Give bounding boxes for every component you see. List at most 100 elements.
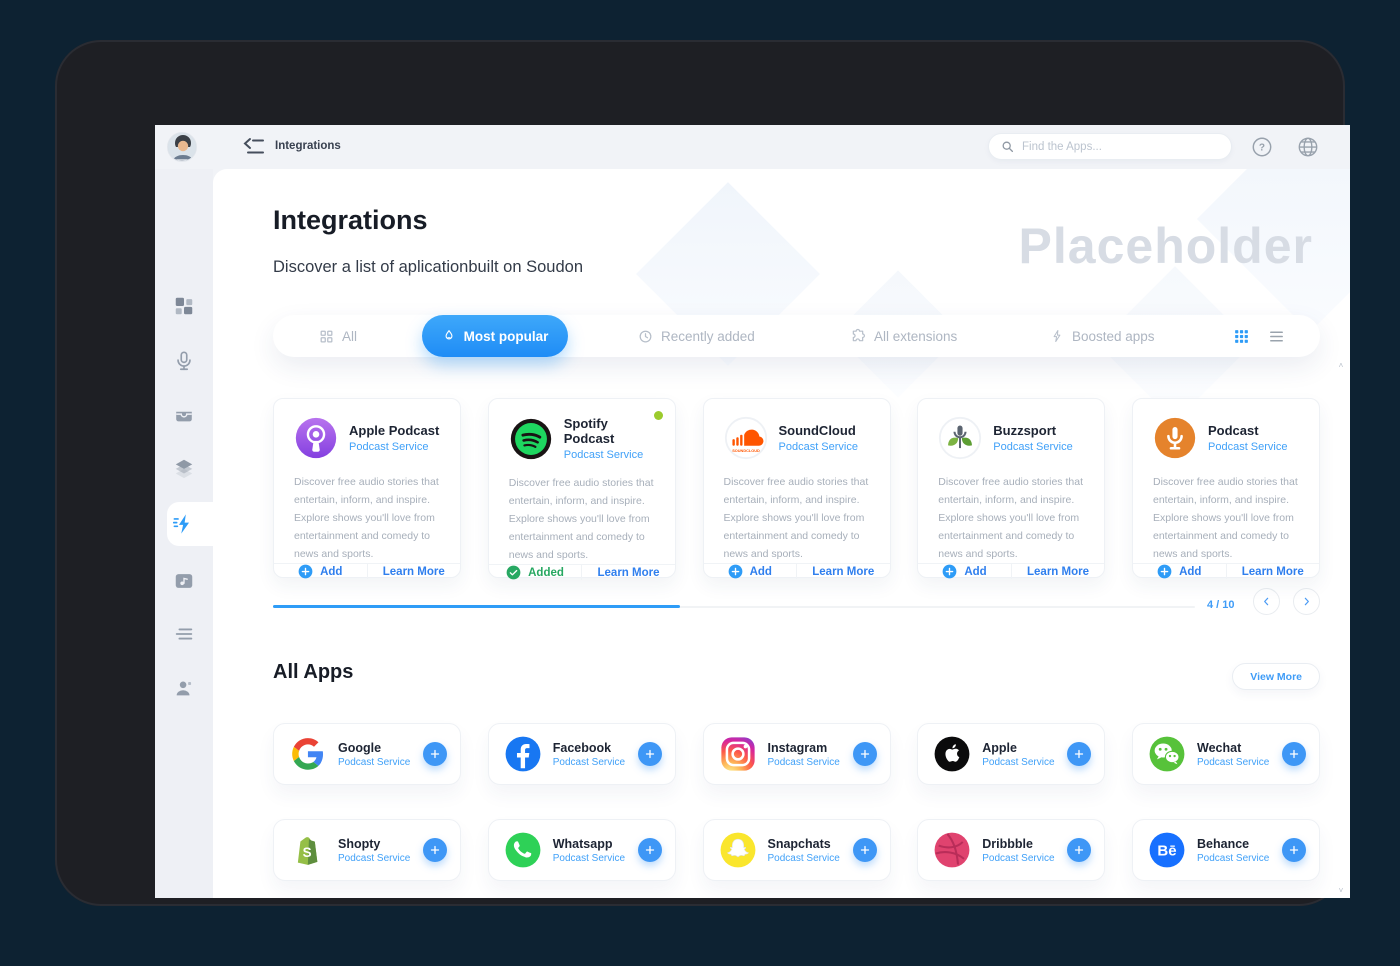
tile-service[interactable]: Podcast Service: [1197, 757, 1269, 768]
card-buzzsport: Buzzsport Podcast Service Discover free …: [917, 398, 1106, 580]
tab-recently-added[interactable]: Recently added: [638, 315, 755, 357]
top-bar: Integrations ?: [155, 125, 1350, 169]
add-app-button[interactable]: [1282, 742, 1306, 766]
filter-bar: All Most popular Recently added All exte…: [273, 315, 1320, 357]
tile-behance[interactable]: Bē Behance Podcast Service: [1132, 819, 1320, 881]
add-button[interactable]: Add: [918, 564, 1012, 580]
learn-more-button[interactable]: Learn More: [797, 564, 890, 579]
tile-google[interactable]: Google Podcast Service: [273, 723, 461, 785]
whatsapp-icon: [505, 832, 541, 868]
card-service[interactable]: Podcast Service: [564, 449, 661, 461]
podcast-icon: [1154, 417, 1196, 459]
google-icon: [292, 738, 324, 770]
tile-service[interactable]: Podcast Service: [982, 853, 1054, 864]
tile-dribbble[interactable]: Dribbble Podcast Service: [917, 819, 1106, 881]
search-input[interactable]: [1022, 140, 1219, 153]
card-apple-podcast: Apple Podcast Podcast Service Discover f…: [273, 398, 461, 580]
card-service[interactable]: Podcast Service: [779, 441, 858, 453]
scroll-down-chevron[interactable]: ˅: [1336, 887, 1346, 895]
card-service[interactable]: Podcast Service: [993, 441, 1072, 453]
tab-most-popular-active[interactable]: Most popular: [422, 315, 568, 357]
sidebar-item-integrations-active[interactable]: [172, 513, 195, 535]
search-bar[interactable]: [988, 133, 1232, 160]
tab-label: Recently added: [661, 328, 755, 344]
grid-view-toggle[interactable]: [1233, 328, 1250, 345]
view-more-button[interactable]: View More: [1232, 663, 1320, 690]
tile-whatsapp[interactable]: Whatsapp Podcast Service: [487, 819, 676, 881]
add-app-button[interactable]: [852, 742, 877, 766]
help-button[interactable]: ?: [1251, 136, 1273, 158]
sidebar-collapse-icon[interactable]: [241, 136, 265, 158]
flame-icon: [445, 329, 453, 340]
plus-icon: [860, 749, 869, 759]
tile-service[interactable]: Podcast Service: [1197, 853, 1269, 864]
collapse-glyph: [243, 138, 264, 154]
sidebar-item-list[interactable]: [173, 623, 195, 645]
tab-all-extensions[interactable]: All extensions: [850, 315, 957, 357]
card-soundcloud: SOUNDCLOUD SoundCloud Podcast Service Di…: [702, 398, 891, 580]
avatar-photo: [168, 133, 196, 161]
learn-more-button[interactable]: Learn More: [1012, 564, 1105, 579]
add-app-button[interactable]: [637, 838, 662, 862]
added-button[interactable]: Added: [489, 565, 583, 581]
scroll-up-chevron[interactable]: ˄: [1336, 362, 1346, 370]
plus-icon: [860, 845, 869, 855]
clock-icon: [639, 330, 652, 342]
tile-name: Whatsapp: [552, 836, 613, 851]
add-app-button[interactable]: [1282, 838, 1306, 862]
tile-service[interactable]: Podcast Service: [768, 757, 840, 768]
card-description: Discover free audio stories that enterta…: [1153, 476, 1298, 561]
plus-icon: [430, 749, 440, 759]
add-button[interactable]: Add: [274, 564, 368, 580]
card-spotify-podcast: Spotify Podcast Podcast Service Discover…: [487, 398, 676, 581]
add-app-button[interactable]: [852, 838, 877, 862]
tab-all[interactable]: All: [319, 315, 357, 357]
sidebar-item-layers[interactable]: [173, 457, 195, 479]
sidebar-item-dashboard[interactable]: [173, 295, 195, 317]
tile-instagram[interactable]: Instagram Podcast Service: [702, 723, 891, 785]
carousel-progress-fill: [273, 605, 680, 608]
sidebar-item-users[interactable]: [173, 677, 195, 699]
tile-name: Dribbble: [982, 836, 1033, 851]
learn-more-button[interactable]: Learn More: [582, 565, 675, 580]
add-app-button[interactable]: [1067, 838, 1092, 862]
add-button[interactable]: Add: [1133, 564, 1227, 580]
learn-more-button[interactable]: Learn More: [1227, 564, 1320, 579]
carousel-prev-button[interactable]: [1253, 588, 1280, 615]
sidebar-item-inbox[interactable]: [173, 404, 195, 426]
add-app-button[interactable]: [423, 838, 447, 862]
add-app-button[interactable]: [637, 742, 662, 766]
tile-service[interactable]: Podcast Service: [553, 757, 625, 768]
card-service[interactable]: Podcast Service: [1208, 441, 1287, 453]
grid-view-icon: [1235, 330, 1248, 343]
carousel-next-button[interactable]: [1293, 588, 1320, 615]
list-view-toggle[interactable]: [1268, 328, 1285, 345]
media-card-icon: [175, 574, 193, 588]
tile-shopty[interactable]: S Shopty Podcast Service: [273, 819, 461, 881]
sidebar-item-recordings[interactable]: [173, 350, 195, 372]
add-app-button[interactable]: [423, 742, 447, 766]
tile-service[interactable]: Podcast Service: [338, 853, 410, 864]
apple-icon: [934, 736, 970, 772]
tile-snapchats[interactable]: Snapchats Podcast Service: [702, 819, 891, 881]
tile-apple[interactable]: Apple Podcast Service: [917, 723, 1106, 785]
card-service[interactable]: Podcast Service: [349, 441, 439, 453]
learn-more-button[interactable]: Learn More: [368, 564, 461, 579]
tab-boosted-apps[interactable]: Boosted apps: [1050, 315, 1155, 357]
add-app-button[interactable]: [1067, 742, 1092, 766]
grid-squares-icon: [320, 330, 333, 342]
sidebar-item-media[interactable]: [173, 570, 195, 592]
tile-wechat[interactable]: Wechat Podcast Service: [1132, 723, 1320, 785]
plus-icon: [1075, 845, 1084, 855]
tile-service[interactable]: Podcast Service: [338, 757, 410, 768]
tile-service[interactable]: Podcast Service: [553, 853, 625, 864]
tile-service[interactable]: Podcast Service: [768, 853, 840, 864]
tile-facebook[interactable]: Facebook Podcast Service: [487, 723, 676, 785]
puzzle-icon: [852, 328, 865, 342]
user-avatar[interactable]: [167, 132, 197, 162]
svg-text:Bē: Bē: [1157, 843, 1176, 860]
add-button[interactable]: Add: [704, 564, 797, 580]
plus-icon: [1075, 749, 1084, 759]
tile-service[interactable]: Podcast Service: [982, 757, 1054, 768]
language-button[interactable]: [1297, 136, 1319, 158]
